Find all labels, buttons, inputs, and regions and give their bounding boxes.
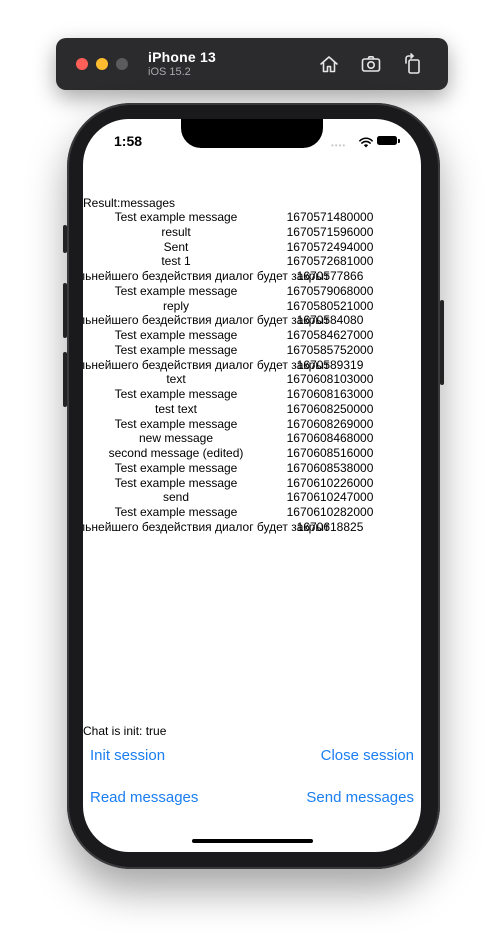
message-text: Sent [163, 239, 189, 254]
battery-icon [377, 136, 400, 145]
message-text: случае дальнейшего бездействия диалог бу… [83, 313, 330, 328]
message-row: send 1670610247000 [83, 490, 421, 505]
message-text: new message [138, 431, 214, 446]
message-row: Test example message 1670610282000 [83, 505, 421, 520]
message-timestamp: 1670610247000 [286, 490, 374, 505]
message-row: случае дальнейшего бездействия диалог бу… [83, 520, 421, 535]
home-indicator[interactable] [192, 839, 313, 843]
message-text: reply [162, 298, 190, 313]
message-row: result 1670571596000 [83, 225, 421, 240]
message-row: Test example message 1670608538000 [83, 461, 421, 476]
message-timestamp: 1670589319 [296, 357, 364, 372]
status-time: 1:58 [114, 133, 143, 149]
message-text: Test example message [114, 210, 238, 224]
notch [181, 119, 323, 148]
message-text: случае дальнейшего бездействия диалог бу… [83, 357, 330, 372]
message-text: Test example message [114, 416, 238, 431]
message-row: случае дальнейшего бездействия диалог бу… [83, 358, 421, 373]
message-text: test 1 [161, 254, 191, 269]
status-icons: •••• [331, 135, 401, 150]
message-timestamp: 1670618825 [296, 519, 364, 534]
messages-list: Test example message 1670571480000 result 1… [83, 210, 421, 535]
message-timestamp: 1670584080 [296, 313, 364, 328]
message-row: second message (edited) 1670608516000 [83, 446, 421, 461]
chat-init-status: Chat is init: true [83, 724, 167, 738]
message-text: result [161, 224, 191, 239]
wifi-icon [359, 135, 373, 153]
power-button [440, 300, 444, 385]
message-timestamp: 1670608250000 [286, 401, 374, 416]
message-text: Test example message [114, 505, 238, 519]
message-row: случае дальнейшего бездействия диалог бу… [83, 313, 421, 328]
message-timestamp: 1670584627000 [286, 328, 374, 342]
message-row: Test example message 1670608269000 [83, 417, 421, 432]
message-row: случае дальнейшего бездействия диалог бу… [83, 269, 421, 284]
message-timestamp: 1670608103000 [286, 372, 374, 387]
message-timestamp: 1670608269000 [286, 416, 374, 431]
message-row: reply 1670580521000 [83, 299, 421, 314]
message-timestamp: 1670608538000 [286, 460, 374, 475]
message-row: new message 1670608468000 [83, 431, 421, 446]
message-timestamp: 1670577866 [296, 269, 364, 283]
result-title: Result:messages [83, 196, 176, 210]
message-text: Test example message [114, 283, 238, 298]
message-row: Test example message 1670608163000 [83, 387, 421, 402]
message-timestamp: 1670608163000 [286, 387, 374, 401]
rotate-icon[interactable] [402, 53, 424, 75]
message-timestamp: 1670580521000 [286, 298, 374, 313]
message-row: Sent 1670572494000 [83, 240, 421, 255]
home-icon[interactable] [318, 53, 340, 75]
message-timestamp: 1670585752000 [286, 342, 374, 357]
minimize-window-button[interactable] [96, 58, 108, 70]
message-row: Test example message 1670585752000 [83, 343, 421, 358]
os-version: iOS 15.2 [148, 66, 191, 78]
message-text: случае дальнейшего бездействия диалог бу… [83, 269, 330, 283]
message-row: Test example message 1670610226000 [83, 476, 421, 491]
message-text: Test example message [114, 342, 238, 357]
device-name: iPhone 13 [148, 49, 216, 65]
message-row: text 1670608103000 [83, 372, 421, 387]
message-text: send [162, 490, 190, 505]
message-text: text [166, 372, 186, 387]
message-text: Test example message [114, 475, 238, 490]
message-timestamp: 1670571596000 [286, 224, 374, 239]
message-timestamp: 1670610226000 [286, 475, 374, 490]
message-text: случае дальнейшего бездействия диалог бу… [83, 519, 330, 534]
message-row: test text 1670608250000 [83, 402, 421, 417]
init-session-button[interactable]: Init session [90, 747, 165, 764]
message-text: Test example message [114, 387, 238, 401]
cellular-signal-icon: •••• [331, 141, 347, 150]
phone-screen: 1:58 •••• Result:messages Test example m… [83, 119, 421, 852]
message-row: test 1 1670572681000 [83, 254, 421, 269]
message-timestamp: 1670572494000 [286, 239, 374, 254]
message-timestamp: 1670608516000 [286, 446, 374, 460]
send-messages-button[interactable]: Send messages [306, 789, 414, 806]
message-text: second message (edited) [108, 446, 244, 460]
message-text: Test example message [114, 460, 238, 475]
message-text: Test example message [114, 328, 238, 342]
message-timestamp: 1670571480000 [286, 210, 374, 224]
message-row: Test example message 1670584627000 [83, 328, 421, 343]
message-timestamp: 1670608468000 [286, 431, 374, 446]
simulator-toolbar: iPhone 13 iOS 15.2 [56, 38, 448, 90]
message-timestamp: 1670572681000 [286, 254, 374, 269]
zoom-window-button[interactable] [116, 58, 128, 70]
message-row: Test example message 1670579068000 [83, 284, 421, 299]
message-text: test text [154, 401, 198, 416]
read-messages-button[interactable]: Read messages [90, 789, 198, 806]
message-row: Test example message 1670571480000 [83, 210, 421, 225]
screenshot-icon[interactable] [360, 53, 382, 75]
close-window-button[interactable] [76, 58, 88, 70]
message-timestamp: 1670579068000 [286, 283, 374, 298]
message-timestamp: 1670610282000 [286, 505, 374, 519]
close-session-button[interactable]: Close session [321, 747, 414, 764]
